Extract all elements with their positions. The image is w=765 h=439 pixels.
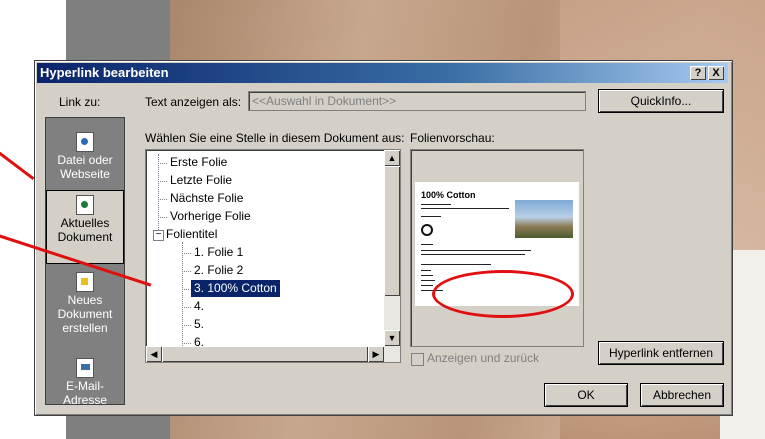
link-to-current-document-line1: Aktuelles — [60, 216, 110, 230]
tree-item-slide-5[interactable]: 5. — [194, 316, 204, 333]
tree-vertical-scrollbar[interactable]: ▲ ▼ — [384, 150, 400, 346]
web-file-icon — [76, 132, 94, 152]
remove-hyperlink-button[interactable]: Hyperlink entfernen — [598, 341, 724, 365]
dialog-title: Hyperlink bearbeiten — [40, 65, 169, 80]
preview-text-line — [421, 208, 509, 209]
tree-item-next-slide[interactable]: Nächste Folie — [170, 190, 243, 207]
ok-button[interactable]: OK — [544, 383, 628, 407]
tree-item-slide-4[interactable]: 4. — [194, 298, 204, 315]
link-to-email[interactable]: E-Mail-Adresse — [46, 354, 124, 407]
title-bar: Hyperlink bearbeiten ? X — [37, 63, 728, 83]
scroll-right-arrow-icon[interactable]: ▶ — [368, 346, 384, 362]
cancel-button[interactable]: Abbrechen — [640, 383, 724, 407]
text-label: Text anzeigen als: — [145, 95, 242, 109]
preview-text-line — [421, 250, 531, 251]
scroll-left-arrow-icon[interactable]: ◀ — [146, 346, 162, 362]
link-to-new-document-line2: Dokument — [57, 307, 113, 321]
preview-text-line — [421, 264, 491, 265]
new-document-icon — [76, 272, 94, 292]
preview-text-line — [421, 244, 433, 245]
email-icon — [76, 358, 94, 378]
tree-line — [182, 242, 183, 346]
help-button[interactable]: ? — [690, 66, 706, 80]
link-to-new-document-line1: Neues — [67, 293, 103, 307]
link-to-web-file-line1: Datei oder — [57, 153, 113, 167]
document-place-tree[interactable]: Erste Folie Letzte Folie Nächste Folie V… — [145, 149, 401, 363]
select-place-label: Wählen Sie eine Stelle in diesem Dokumen… — [145, 131, 405, 145]
tree-item-slide-1[interactable]: 1. Folie 1 — [194, 244, 243, 261]
preview-slide-title: 100% Cotton — [421, 190, 476, 200]
horizontal-scroll-thumb[interactable] — [162, 346, 368, 362]
tree-item-previous-slide[interactable]: Vorherige Folie — [170, 208, 251, 225]
link-to-email-line1: E-Mail-Adresse — [62, 379, 108, 407]
link-to-current-document-line2: Dokument — [57, 230, 113, 244]
tree-line — [182, 325, 191, 326]
tree-collapse-toggle[interactable]: − — [153, 230, 164, 241]
tree-line — [158, 217, 167, 218]
tree-item-slide-titles[interactable]: Folientitel — [166, 226, 217, 243]
scroll-thumb[interactable] — [384, 166, 400, 296]
preview-text-line — [421, 280, 435, 281]
preview-text-line — [421, 285, 433, 286]
tree-item-slide-2[interactable]: 2. Folie 2 — [194, 262, 243, 279]
preview-text-line — [421, 275, 433, 276]
link-to-new-document[interactable]: Neues Dokument erstellen — [46, 268, 124, 335]
scroll-up-arrow-icon[interactable]: ▲ — [384, 150, 400, 166]
tree-line — [182, 289, 191, 290]
link-to-web-file-line2: Webseite — [60, 167, 110, 181]
tree-line — [158, 199, 167, 200]
tree-line — [158, 163, 167, 164]
tree-item-first-slide[interactable]: Erste Folie — [170, 154, 227, 171]
highlight-circle — [432, 270, 574, 318]
show-and-return-checkbox[interactable] — [411, 353, 424, 366]
tree-horizontal-scrollbar[interactable]: ◀ ▶ — [146, 346, 400, 362]
cotton-logo — [421, 224, 433, 236]
link-to-web-file[interactable]: Datei oder Webseite — [46, 128, 124, 181]
tree-line — [158, 154, 159, 240]
link-to-new-document-line3: erstellen — [62, 321, 108, 335]
tree-item-slide-3-selected[interactable]: 3. 100% Cotton — [190, 279, 281, 298]
preview-text-line — [421, 270, 431, 271]
show-and-return-label: Anzeigen und zurück — [427, 351, 540, 365]
tree-item-last-slide[interactable]: Letzte Folie — [170, 172, 232, 189]
tree-line — [182, 271, 191, 272]
display-text-value: <<Auswahl in Dokument>> — [252, 94, 397, 108]
preview-label: Folienvorschau: — [410, 131, 495, 145]
preview-text-line — [421, 216, 441, 217]
quickinfo-button[interactable]: QuickInfo... — [598, 89, 724, 113]
current-document-icon — [76, 195, 94, 215]
close-button[interactable]: X — [708, 66, 724, 80]
tree-line — [182, 343, 191, 344]
link-to-label: Link zu: — [59, 95, 101, 109]
scroll-down-arrow-icon[interactable]: ▼ — [384, 330, 400, 346]
tree-line — [182, 307, 191, 308]
tree-line — [182, 253, 191, 254]
tree-line — [158, 181, 167, 182]
preview-text-line — [421, 254, 525, 255]
link-to-panel: Datei oder Webseite Aktuelles Dokument N… — [45, 117, 125, 407]
hyperlink-dialog: Hyperlink bearbeiten ? X Link zu: Text a… — [34, 60, 733, 416]
display-text-field[interactable]: <<Auswahl in Dokument>> — [248, 91, 586, 111]
cotton-photo — [515, 200, 573, 238]
preview-text-line — [421, 204, 451, 205]
